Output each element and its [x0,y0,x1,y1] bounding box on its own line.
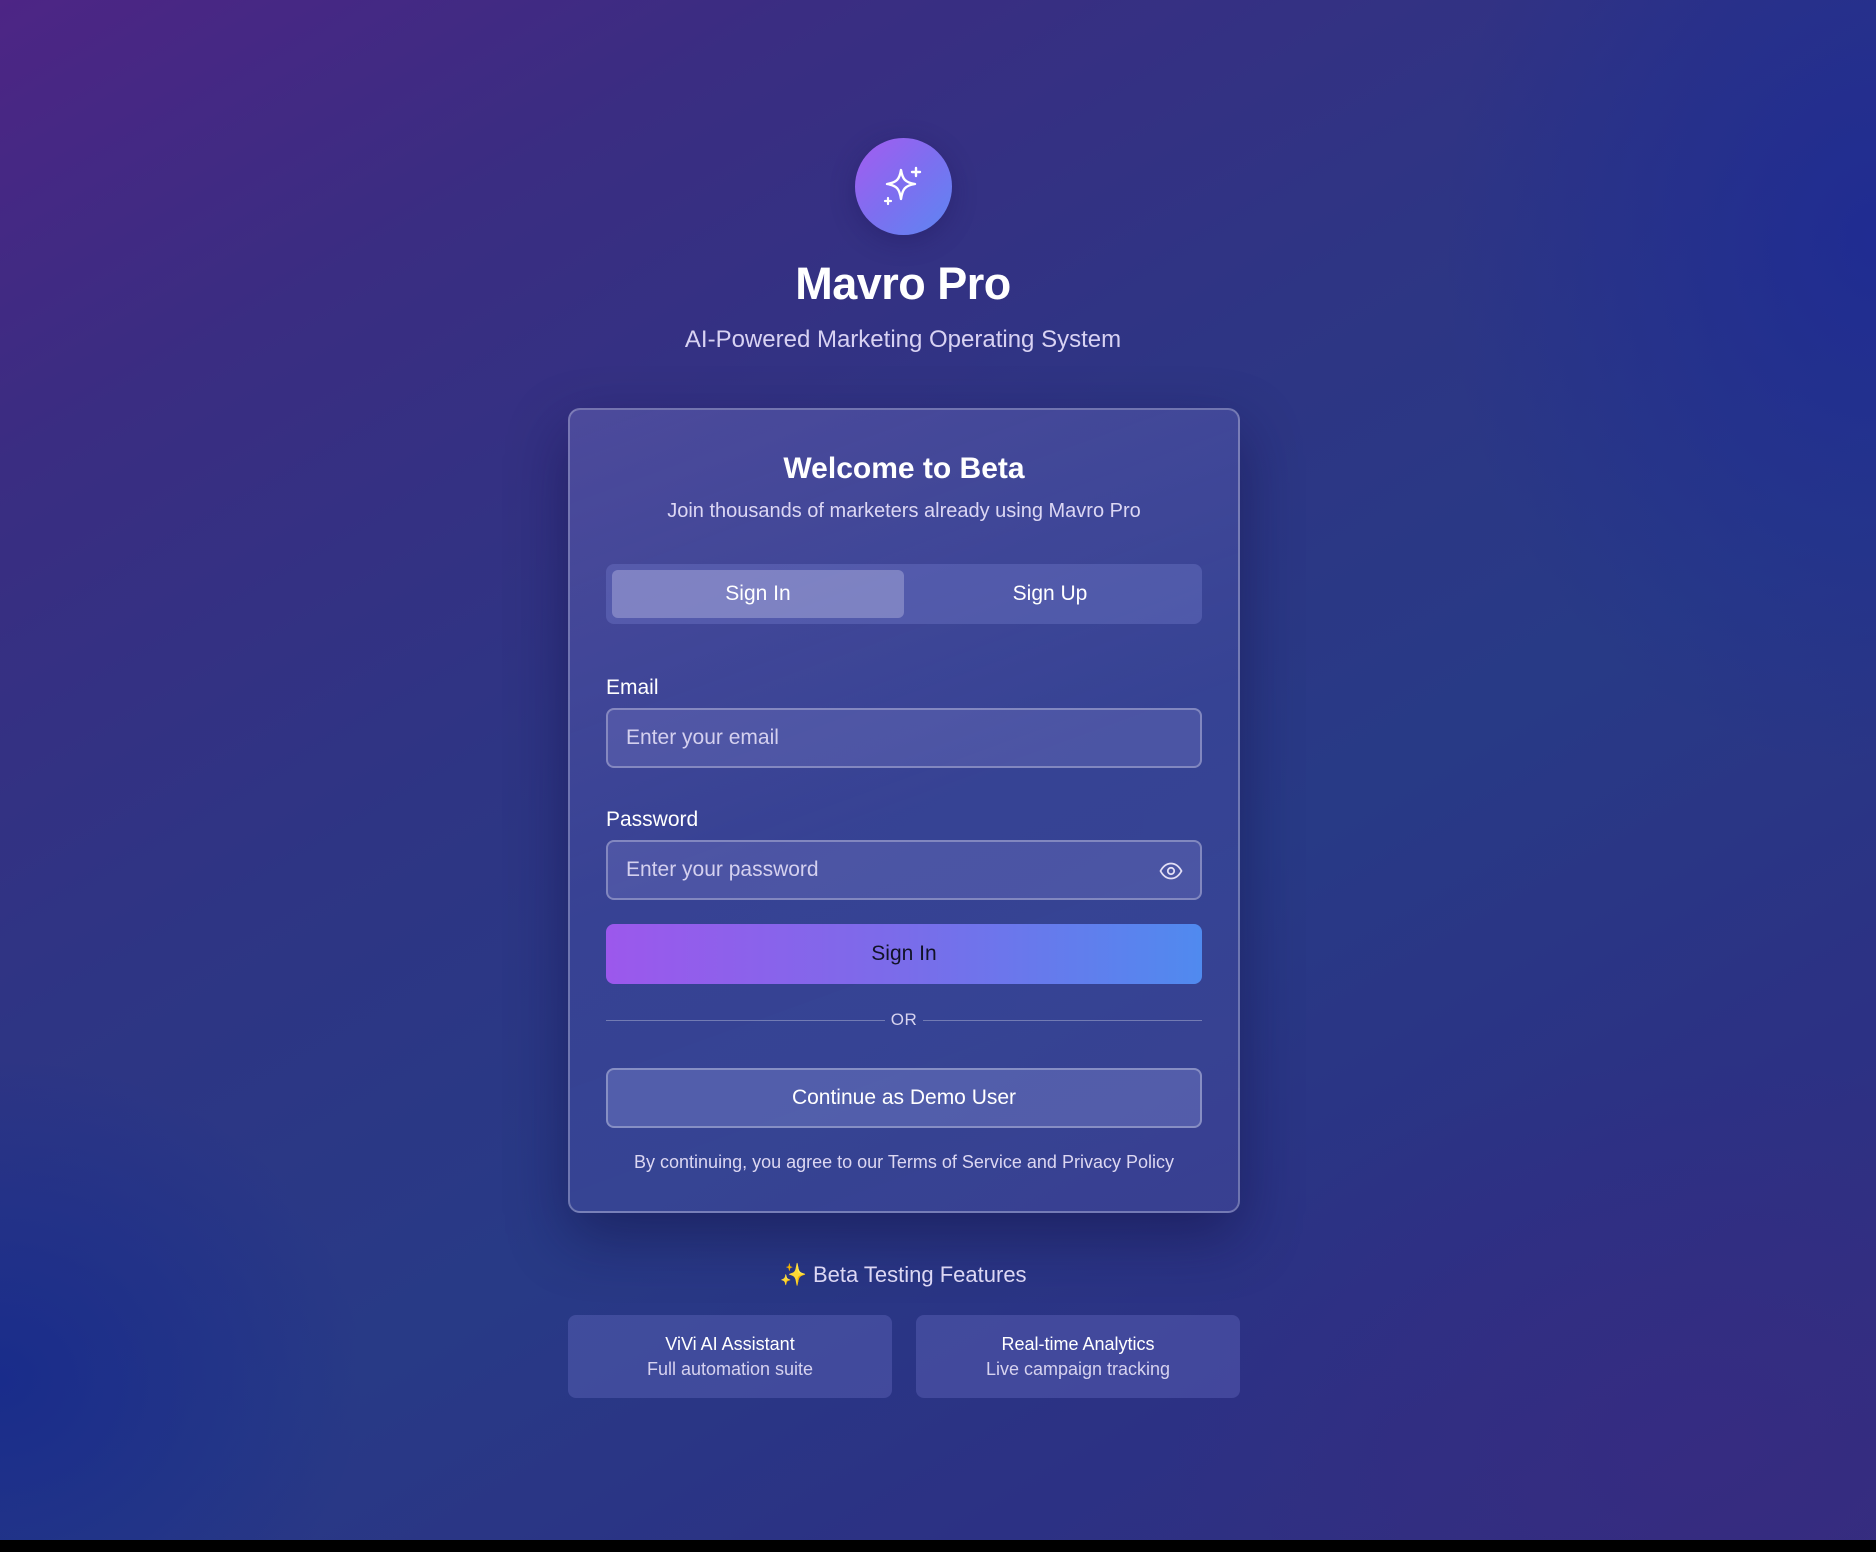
tab-sign-up[interactable]: Sign Up [904,570,1196,618]
feature-card-assistant: ViVi AI Assistant Full automation suite [568,1315,892,1398]
card-subtitle: Join thousands of marketers already usin… [667,500,1141,522]
login-screen: Mavro Pro AI-Powered Marketing Operating… [0,0,1876,1540]
feature-card-analytics: Real-time Analytics Live campaign tracki… [916,1315,1240,1398]
card-title: Welcome to Beta [783,452,1025,485]
legal-and: and [1021,1152,1062,1172]
auth-tabs: Sign In Sign Up [606,564,1202,624]
feature-desc: Live campaign tracking [985,1358,1171,1379]
divider-line-left [606,1019,885,1021]
privacy-link[interactable]: Privacy Policy [1062,1152,1174,1172]
tab-sign-in[interactable]: Sign In [612,570,904,618]
feature-title: ViVi AI Assistant [665,1333,795,1354]
email-label: Email [606,676,659,699]
feature-desc: Full automation suite [646,1358,814,1379]
terms-link[interactable]: Terms of Service [888,1152,1022,1172]
divider-label: OR [890,1010,918,1029]
or-divider: OR [606,1008,1202,1032]
password-field-wrapper [606,840,1202,900]
auth-card: Welcome to Beta Join thousands of market… [568,408,1240,1213]
sparkle-icon [883,166,921,205]
logo-badge [855,138,952,235]
sign-in-button[interactable]: Sign In [606,924,1202,984]
legal-notice: By continuing, you agree to our Terms of… [570,1152,1238,1173]
legal-prefix: By continuing, you agree to our [634,1152,888,1172]
password-label: Password [606,808,699,831]
email-field[interactable] [608,710,1200,766]
app-title: Mavro Pro [795,258,1011,309]
feature-title: Real-time Analytics [1001,1333,1155,1354]
demo-user-button[interactable]: Continue as Demo User [606,1068,1202,1128]
features-title: ✨ Beta Testing Features [779,1262,1027,1287]
password-field[interactable] [608,842,1200,898]
eye-icon[interactable] [1158,859,1184,883]
email-field-wrapper [606,708,1202,768]
divider-line-right [923,1019,1202,1021]
app-tagline: AI-Powered Marketing Operating System [684,326,1122,353]
